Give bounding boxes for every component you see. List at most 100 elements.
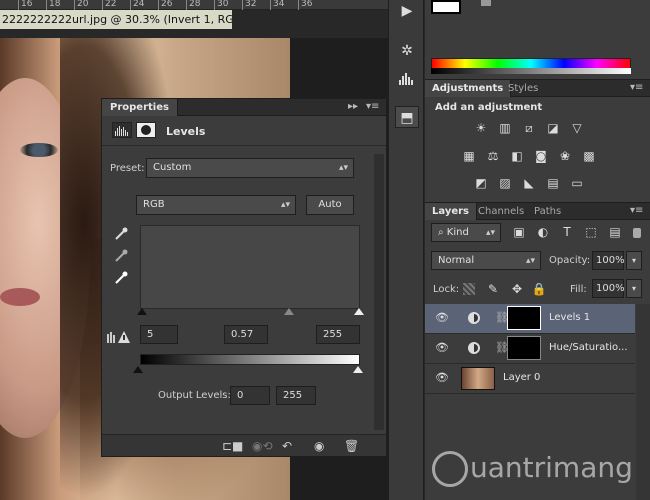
- white-eyedropper-icon[interactable]: [114, 271, 128, 285]
- layer-mask-thumbnail[interactable]: [507, 306, 541, 330]
- collapse-icon[interactable]: ▸▸: [348, 101, 358, 113]
- foreground-color-swatch[interactable]: [431, 0, 461, 14]
- visibility-eye-icon[interactable]: 👁: [435, 312, 449, 324]
- layer-mask-thumbnail[interactable]: [507, 336, 541, 360]
- watermark-logo: uantrimang: [432, 446, 642, 490]
- filter-pixel-icon[interactable]: ▣: [511, 225, 527, 239]
- ruler-number: 32: [245, 0, 257, 9]
- tab-adjustments[interactable]: Adjustments: [425, 80, 512, 97]
- blend-mode-value: Normal: [438, 255, 475, 266]
- channel-mixer-icon[interactable]: ❀: [557, 149, 573, 163]
- color-mode-icon[interactable]: [481, 0, 491, 6]
- properties-panel-icon[interactable]: ⬒: [395, 106, 419, 128]
- layer-row[interactable]: 👁 Layer 0: [425, 364, 635, 394]
- gradient-map-icon[interactable]: ▤: [545, 176, 561, 190]
- tab-paths[interactable]: Paths: [527, 203, 568, 220]
- tab-styles[interactable]: Styles: [501, 80, 545, 97]
- properties-scrollbar[interactable]: [374, 154, 384, 430]
- visibility-eye-icon[interactable]: 👁: [435, 342, 449, 354]
- hue-saturation-icon[interactable]: ▦: [461, 149, 477, 163]
- preset-dropdown[interactable]: Custom ▴▾: [146, 158, 354, 178]
- panel-menu-icon[interactable]: ▾≡: [630, 82, 643, 94]
- opacity-field[interactable]: 100%: [592, 251, 625, 270]
- lock-all-icon[interactable]: 🔒: [531, 282, 547, 296]
- input-black-field[interactable]: 5: [140, 325, 178, 344]
- ruler-number: 22: [105, 0, 117, 9]
- brightness-icon[interactable]: ☀: [473, 121, 489, 135]
- lock-label: Lock:: [433, 284, 460, 295]
- document-tab[interactable]: 2222222222url.jpg @ 30.3% (Invert 1, RGB…: [0, 10, 232, 29]
- output-black-slider[interactable]: [133, 366, 143, 373]
- ruler-number: 20: [77, 0, 89, 9]
- ruler-number: 30: [217, 0, 229, 9]
- adjustment-layer-icon: [468, 312, 480, 324]
- blend-mode-dropdown[interactable]: Normal ▴▾: [431, 251, 541, 270]
- histogram-icon[interactable]: [395, 70, 419, 92]
- visibility-eye-icon[interactable]: ◉: [314, 439, 324, 453]
- reset-icon[interactable]: ↶: [282, 439, 292, 453]
- filter-shape-icon[interactable]: ⬚: [583, 225, 599, 239]
- input-white-field[interactable]: 255: [316, 325, 360, 344]
- exposure-icon[interactable]: ◪: [545, 121, 561, 135]
- output-white-field[interactable]: 255: [276, 386, 316, 405]
- layer-name: Layer 0: [503, 372, 541, 383]
- layer-filter-dropdown[interactable]: ⌕ Kind ▴▾: [431, 223, 501, 242]
- layer-row[interactable]: 👁 ⛓ Hue/Saturatio...: [425, 334, 635, 364]
- preset-value: Custom: [153, 162, 192, 173]
- auto-button[interactable]: Auto: [306, 195, 354, 215]
- layer-row[interactable]: 👁 ⛓ Levels 1: [425, 304, 635, 334]
- invert-icon[interactable]: ◩: [473, 176, 489, 190]
- gray-ramp[interactable]: [431, 68, 631, 74]
- vibrance-icon[interactable]: ▽: [569, 121, 585, 135]
- curves-icon[interactable]: ⧄: [521, 121, 537, 135]
- view-previous-icon[interactable]: ◉⟲: [252, 439, 273, 453]
- filter-adjustment-icon[interactable]: ◐: [535, 225, 551, 239]
- filter-smart-object-icon[interactable]: ▤: [607, 225, 623, 239]
- color-lookup-icon[interactable]: ▩: [581, 149, 597, 163]
- lock-pixels-brush-icon[interactable]: ✎: [485, 282, 501, 296]
- adjustments-tabs: Adjustments Styles ▾≡: [425, 79, 650, 97]
- filter-toggle[interactable]: [633, 228, 641, 238]
- input-gamma-field[interactable]: 0.57: [224, 325, 268, 344]
- fill-label: Fill:: [570, 284, 587, 295]
- posterize-icon[interactable]: ▨: [497, 176, 513, 190]
- fill-field[interactable]: 100%: [592, 279, 625, 298]
- lock-position-move-icon[interactable]: ✥: [509, 282, 525, 296]
- watermark-text: uantrimang: [470, 451, 633, 484]
- navigator-icon[interactable]: ✲: [395, 40, 419, 62]
- input-white-slider[interactable]: [354, 308, 364, 315]
- delete-trash-icon[interactable]: 🗑: [344, 439, 359, 453]
- input-black-slider[interactable]: [137, 308, 147, 315]
- output-black-field[interactable]: 0: [230, 386, 270, 405]
- photo-filter-icon[interactable]: ◙: [533, 149, 549, 163]
- gray-eyedropper-icon[interactable]: [114, 249, 128, 263]
- fill-dropdown-arrow[interactable]: ▾: [626, 279, 642, 298]
- visibility-eye-icon[interactable]: 👁: [435, 372, 449, 384]
- layer-thumbnail[interactable]: [461, 367, 495, 390]
- levels-icon[interactable]: ▥: [497, 121, 513, 135]
- clip-to-layer-icon[interactable]: ⊏■: [222, 439, 243, 453]
- play-icon[interactable]: ▶: [395, 0, 419, 22]
- channel-dropdown[interactable]: RGB ▴▾: [136, 195, 296, 215]
- opacity-dropdown-arrow[interactable]: ▾: [626, 251, 642, 270]
- panel-menu-icon[interactable]: ▾≡: [630, 205, 643, 217]
- tab-channels[interactable]: Channels: [471, 203, 531, 220]
- updown-arrows-icon: ▴▾: [485, 228, 495, 238]
- filter-type-icon[interactable]: T: [559, 225, 575, 239]
- tab-properties[interactable]: Properties: [102, 99, 178, 116]
- threshold-icon[interactable]: ◣: [521, 176, 537, 190]
- selective-color-icon[interactable]: ▭: [569, 176, 585, 190]
- output-white-slider[interactable]: [353, 366, 363, 373]
- black-white-icon[interactable]: ◧: [509, 149, 525, 163]
- lock-transparency-icon[interactable]: [463, 283, 475, 295]
- input-gamma-slider[interactable]: [284, 308, 294, 315]
- levels-histogram-icon[interactable]: [112, 122, 132, 138]
- properties-header: Properties ▸▸ ▾≡: [102, 99, 386, 116]
- properties-panel: Properties ▸▸ ▾≡ Levels Preset: Custom ▴…: [101, 98, 387, 457]
- clipping-warning-icon[interactable]: [106, 329, 132, 345]
- color-balance-icon[interactable]: ⚖: [485, 149, 501, 163]
- tab-layers[interactable]: Layers: [425, 203, 477, 220]
- mask-icon[interactable]: [136, 122, 156, 138]
- black-eyedropper-icon[interactable]: [114, 227, 128, 241]
- panel-menu-icon[interactable]: ▾≡: [366, 101, 379, 113]
